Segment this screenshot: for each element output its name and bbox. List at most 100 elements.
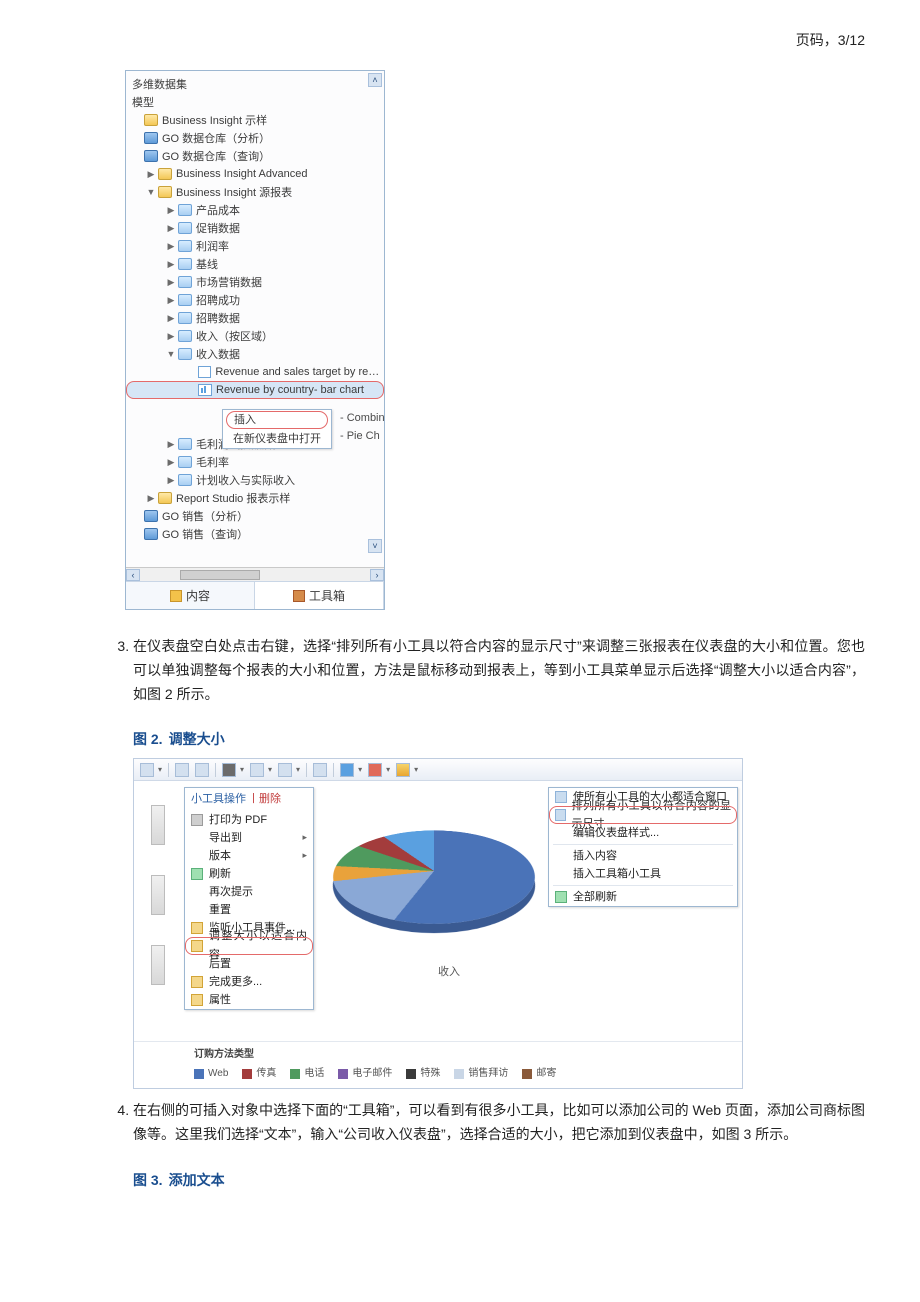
tree-node-label: Report Studio 报表示样: [176, 490, 290, 506]
toolbar-icon[interactable]: [250, 763, 264, 777]
menu-item-label: 插入工具箱小工具: [573, 865, 661, 884]
toolbar-icon[interactable]: [222, 763, 236, 777]
widget-menu-title: 小工具操作: [191, 793, 246, 805]
dropdown-icon[interactable]: ▾: [386, 763, 390, 777]
step-text: 在仪表盘空白处点击右键，选择“排列所有小工具以符合内容的显示尺寸”来调整三张报表…: [133, 638, 865, 702]
toolbar-icon[interactable]: [278, 763, 292, 777]
canvas-menu-item[interactable]: 插入内容: [549, 847, 737, 865]
canvas-menu-item[interactable]: 排列所有小工具以符合内容的显示尺寸: [549, 806, 737, 824]
dashboard-toolbar: ▾ ▾ ▾ ▾ ▾ ▾ ▾: [134, 759, 742, 781]
tree-node[interactable]: GO 数据仓库（分析）: [126, 129, 384, 147]
canvas-context-menu: 使所有小工具的大小都适合窗口排列所有小工具以符合内容的显示尺寸编辑仪表盘样式..…: [548, 787, 738, 907]
expand-icon[interactable]: ▼: [166, 349, 176, 359]
widget-menu-item[interactable]: 刷新: [185, 865, 313, 883]
widget-menu-item[interactable]: 打印为 PDF: [185, 811, 313, 829]
content-tab-icon: [170, 590, 182, 602]
widget-menu-item[interactable]: 调整大小以适合内容: [185, 937, 313, 955]
toolbar-icon[interactable]: [313, 763, 327, 777]
tree-node[interactable]: ▶市场营销数据: [126, 273, 384, 291]
expand-icon[interactable]: ▼: [146, 187, 156, 197]
expand-icon[interactable]: ▶: [146, 493, 156, 504]
widget-menu-item[interactable]: 属性: [185, 991, 313, 1009]
tab-label: 内容: [186, 587, 210, 604]
step-4: 在右侧的可插入对象中选择下面的“工具箱”，可以看到有很多小工具，比如可以添加公司…: [133, 1099, 865, 1192]
expand-icon[interactable]: ▶: [166, 259, 176, 270]
widget-menu-item[interactable]: 完成更多...: [185, 973, 313, 991]
tree-node[interactable]: ▶收入（按区域）: [126, 327, 384, 345]
expand-icon[interactable]: ▶: [166, 457, 176, 468]
toolbar-icon[interactable]: [368, 763, 382, 777]
expand-icon[interactable]: ▶: [166, 241, 176, 252]
expand-icon[interactable]: ▶: [166, 475, 176, 486]
expand-icon[interactable]: ▶: [146, 169, 156, 180]
dropdown-icon[interactable]: ▾: [158, 763, 162, 777]
scroll-left-icon[interactable]: ‹: [126, 569, 140, 581]
tree-node[interactable]: ▶ Business Insight Advanced: [126, 165, 384, 183]
tab-toolbox[interactable]: 工具箱: [255, 582, 384, 609]
tree-node[interactable]: ▶招聘成功: [126, 291, 384, 309]
widget-menu-header: 小工具操作丨删除: [185, 788, 313, 811]
expand-icon[interactable]: ▶: [166, 331, 176, 342]
dropdown-icon[interactable]: ▾: [358, 763, 362, 777]
toolbar-separator: [168, 763, 169, 777]
tree-node[interactable]: ▶计划收入与实际收入: [126, 471, 384, 489]
tree-header-model: 模型: [126, 93, 384, 111]
dropdown-icon[interactable]: ▾: [296, 763, 300, 777]
widget-menu-item[interactable]: 再次提示: [185, 883, 313, 901]
tree-node[interactable]: ▶招聘数据: [126, 309, 384, 327]
tree-node[interactable]: ▼收入数据: [126, 345, 384, 363]
step-3: 在仪表盘空白处点击右键，选择“排列所有小工具以符合内容的显示尺寸”来调整三张报表…: [133, 635, 865, 1089]
tree-node[interactable]: ▶产品成本: [126, 201, 384, 219]
rep-icon: [178, 456, 192, 468]
tree-node[interactable]: ▼Business Insight 源报表: [126, 183, 384, 201]
tab-content[interactable]: 内容: [126, 582, 255, 609]
tree-node[interactable]: Revenue and sales target by region: [126, 363, 384, 381]
dropdown-icon[interactable]: ▾: [240, 763, 244, 777]
widget-menu-item[interactable]: 重置: [185, 901, 313, 919]
tree-node[interactable]: GO 销售（查询）: [126, 525, 384, 543]
scroll-right-icon[interactable]: ›: [370, 569, 384, 581]
widget-menu-delete[interactable]: 丨删除: [248, 793, 281, 805]
toolbar-icon[interactable]: [140, 763, 154, 777]
expand-icon[interactable]: ▶: [166, 295, 176, 306]
dropdown-icon[interactable]: ▾: [268, 763, 272, 777]
tree-node[interactable]: ▶基线: [126, 255, 384, 273]
context-insert[interactable]: 插入: [226, 411, 328, 429]
submenu-arrow-icon: ▸: [302, 848, 307, 863]
tree-node[interactable]: ▶ Report Studio 报表示样: [126, 489, 384, 507]
tree-node[interactable]: GO 销售（分析）: [126, 507, 384, 525]
toolbar-icon[interactable]: [195, 763, 209, 777]
widget-menu-item[interactable]: 导出到▸: [185, 829, 313, 847]
scroll-thumb[interactable]: [180, 570, 260, 580]
tree-node[interactable]: GO 数据仓库（查询）: [126, 147, 384, 165]
toolbar-icon[interactable]: [175, 763, 189, 777]
tree-node[interactable]: ▶促销数据: [126, 219, 384, 237]
toolbar-icon[interactable]: [340, 763, 354, 777]
paint-icon[interactable]: [396, 763, 410, 777]
scroll-down-icon[interactable]: ˅: [368, 539, 382, 553]
expand-icon[interactable]: ▶: [166, 205, 176, 216]
tree-node[interactable]: ▶毛利率: [126, 453, 384, 471]
scroll-up-icon[interactable]: ˄: [368, 73, 382, 87]
pie-chart: [319, 831, 549, 924]
figure-title: 添加文本: [169, 1172, 225, 1188]
folder-icon: [158, 186, 172, 198]
horizontal-scrollbar[interactable]: ‹ ›: [126, 567, 384, 581]
legend-item: 传真: [242, 1065, 276, 1082]
expand-icon[interactable]: ▶: [166, 223, 176, 234]
rep-icon: [178, 312, 192, 324]
tree-node[interactable]: ▶利润率: [126, 237, 384, 255]
figure-2-caption: 图 2.调整大小: [133, 728, 865, 752]
expand-icon[interactable]: ▶: [166, 313, 176, 324]
tree-node[interactable]: Business Insight 示样: [126, 111, 384, 129]
dropdown-icon[interactable]: ▾: [414, 763, 418, 777]
tree-node[interactable]: Revenue by country- bar chart: [126, 381, 384, 399]
canvas-menu-item[interactable]: 全部刷新: [549, 888, 737, 906]
canvas-menu-item[interactable]: 插入工具箱小工具: [549, 865, 737, 883]
expand-icon[interactable]: ▶: [166, 277, 176, 288]
tree-node-label: Business Insight Advanced: [176, 168, 307, 180]
context-open-in-new-dashboard[interactable]: 在新仪表盘中打开: [223, 430, 331, 448]
widget-menu-item[interactable]: 版本▸: [185, 847, 313, 865]
legend-label: 传真: [256, 1068, 276, 1079]
expand-icon[interactable]: ▶: [166, 439, 176, 450]
